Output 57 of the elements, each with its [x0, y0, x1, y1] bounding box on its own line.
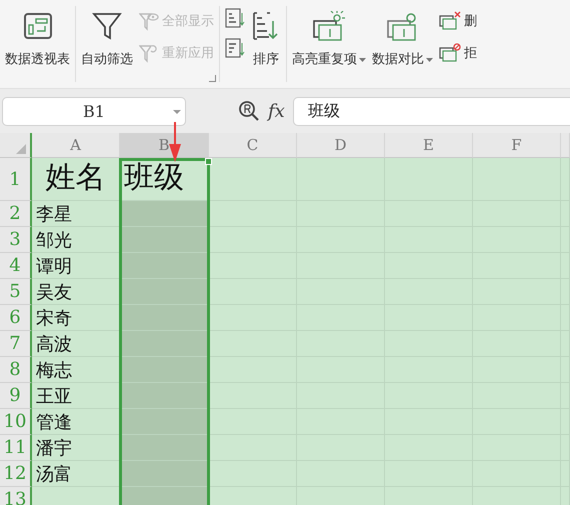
reject-icon [439, 43, 461, 63]
ribbon-button[interactable]: 拒 [439, 42, 477, 64]
row-header[interactable]: 5 [0, 279, 32, 305]
dropdown-caret-icon [173, 110, 181, 114]
table-cell: 邹光 [32, 227, 120, 253]
row-header[interactable]: 13 [0, 487, 32, 505]
table-cell: 管逢 [32, 409, 120, 435]
ribbon-button[interactable]: 自动筛选 [81, 6, 133, 68]
sort-descending-icon[interactable] [225, 38, 245, 58]
ribbon-button[interactable]: 数据对比 [372, 6, 433, 68]
ribbon-button[interactable]: 删 [439, 10, 477, 32]
name-box[interactable]: B1 [2, 96, 186, 126]
row-header[interactable]: 12 [0, 461, 32, 487]
column-header[interactable]: B [120, 133, 209, 158]
ribbon-button[interactable]: 数据透视表 [5, 6, 70, 68]
row-header[interactable]: 11 [0, 435, 32, 461]
ribbon-button[interactable]: 排序 [251, 6, 281, 68]
fill-handle[interactable] [205, 158, 212, 165]
table-icon [22, 10, 52, 42]
sort-ascending-icon[interactable] [225, 8, 245, 28]
zoom-icon[interactable] [238, 100, 260, 122]
row-header[interactable]: 3 [0, 227, 32, 253]
table-cell: 吴友 [32, 279, 120, 305]
table-cell: 高波 [32, 331, 120, 357]
pointer-arrow [168, 122, 182, 162]
filter-icon [92, 10, 122, 42]
table-cell: 谭明 [32, 253, 120, 279]
column-header[interactable]: A [32, 133, 120, 158]
column-header[interactable]: E [385, 133, 473, 158]
table-cell: 潘宇 [32, 435, 120, 461]
column-header[interactable]: D [297, 133, 385, 158]
row-header[interactable]: 8 [0, 357, 32, 383]
function-label[interactable]: fx [268, 100, 285, 122]
select-all-corner[interactable] [0, 133, 32, 158]
filter-refresh-icon [139, 43, 159, 63]
table-cell: 梅志 [32, 357, 120, 383]
table-cell: 李星 [32, 201, 120, 227]
row-header[interactable]: 7 [0, 331, 32, 357]
highlight-icon [312, 10, 346, 42]
delete-icon [439, 11, 461, 31]
row-header[interactable]: 6 [0, 305, 32, 331]
row-header[interactable]: 2 [0, 201, 32, 227]
table-cell: 宋奇 [32, 305, 120, 331]
table-cell: 汤富 [32, 461, 120, 487]
ribbon-button[interactable]: 高亮重复项 [292, 6, 366, 68]
table-cell: 王亚 [32, 383, 120, 409]
dialog-launcher-icon[interactable] [209, 75, 216, 82]
row-header[interactable]: 9 [0, 383, 32, 409]
table-cell: 姓名 [32, 158, 120, 201]
column-header[interactable]: C [209, 133, 297, 158]
row-header[interactable]: 4 [0, 253, 32, 279]
row-header[interactable]: 1 [0, 158, 32, 201]
table-cell [561, 158, 570, 201]
formula-field[interactable]: 班级 [292, 96, 570, 126]
column-header[interactable]: F [473, 133, 561, 158]
row-header[interactable]: 10 [0, 409, 32, 435]
filter-eye-icon [139, 11, 159, 31]
